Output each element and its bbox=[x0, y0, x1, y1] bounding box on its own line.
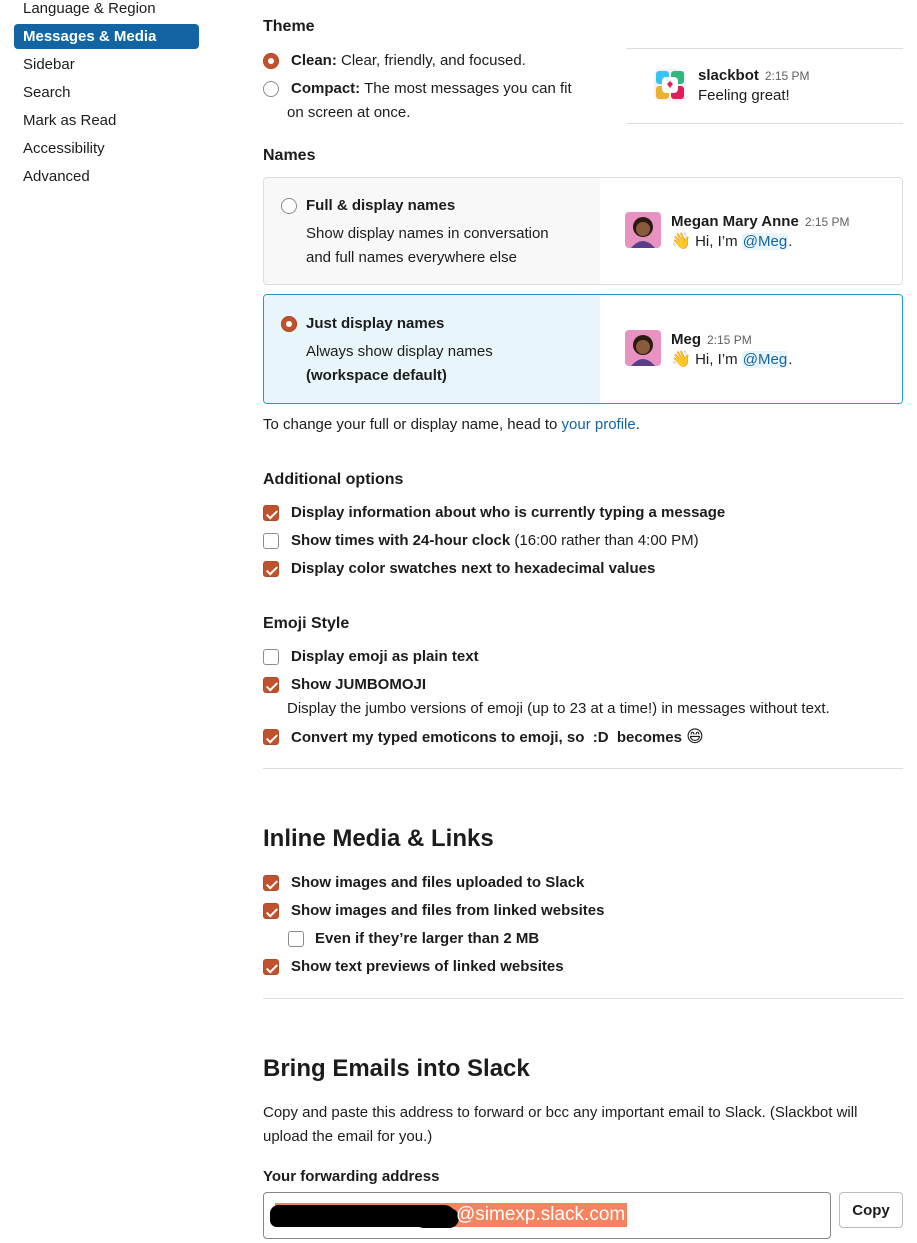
wave-icon: 👋 bbox=[671, 233, 691, 250]
theme-compact-label[interactable]: Compact: The most messages you can fit bbox=[291, 77, 572, 101]
jumbomoji-label[interactable]: Show JUMBOMOJI bbox=[291, 673, 426, 697]
names-just-preview-name: Meg bbox=[671, 331, 701, 348]
names-change-text: To change your full or display name, hea… bbox=[263, 416, 558, 433]
names-full-desc-1: Show display names in conversation bbox=[306, 225, 549, 242]
names-just-desc-2: (workspace default) bbox=[306, 367, 447, 384]
bring-emails-heading: Bring Emails into Slack bbox=[263, 1055, 530, 1082]
your-profile-link[interactable]: your profile bbox=[562, 416, 636, 433]
jumbomoji-checkbox[interactable] bbox=[263, 677, 279, 693]
names-full-radio[interactable] bbox=[281, 198, 297, 214]
convert-emoticons-label[interactable]: Convert my typed emoticons to emoji, so … bbox=[291, 725, 704, 750]
names-full-desc-2: and full names everywhere else bbox=[306, 249, 517, 266]
theme-clean-desc: Clear, friendly, and focused. bbox=[341, 52, 526, 69]
text-previews-checkbox[interactable] bbox=[263, 959, 279, 975]
clock-24h-extra: (16:00 rather than 4:00 PM) bbox=[514, 532, 699, 549]
names-full-preview-text: 👋 Hi, I’m @Meg. bbox=[671, 230, 792, 254]
section-divider bbox=[263, 998, 903, 999]
wave-icon: 👋 bbox=[671, 351, 691, 368]
theme-preview-text: Feeling great! bbox=[698, 87, 790, 104]
clock-24h-checkbox[interactable] bbox=[263, 533, 279, 549]
slackbot-logo-icon bbox=[654, 69, 686, 101]
show-linked-checkbox[interactable] bbox=[263, 903, 279, 919]
names-just-label[interactable]: Just display names bbox=[306, 312, 444, 336]
names-just-preview-message: Hi, I’m bbox=[695, 351, 738, 368]
theme-compact-desc: The most messages you can fit bbox=[364, 80, 572, 97]
names-full-preview-time: 2:15 PM bbox=[804, 215, 850, 229]
clock-24h-label[interactable]: Show times with 24-hour clock (16:00 rat… bbox=[291, 529, 699, 553]
theme-preview-divider-bottom bbox=[626, 123, 903, 124]
sidebar-item-search[interactable]: Search bbox=[14, 80, 199, 105]
typing-indicator-checkbox[interactable] bbox=[263, 505, 279, 521]
slackbot-avatar bbox=[652, 67, 688, 103]
names-just-preview-mention[interactable]: @Meg bbox=[741, 351, 789, 368]
larger-than-2mb-checkbox[interactable] bbox=[288, 931, 304, 947]
theme-preview-name: slackbot bbox=[698, 67, 759, 84]
grinning-face-icon: 😄 bbox=[686, 727, 704, 746]
sidebar-item-mark-as-read[interactable]: Mark as Read bbox=[14, 108, 199, 133]
names-full-preview-name: Megan Mary Anne bbox=[671, 213, 799, 230]
names-full-preview-message: Hi, I’m bbox=[695, 233, 738, 250]
forwarding-address-field[interactable]: @simexp.slack.com bbox=[263, 1192, 831, 1239]
theme-preview-divider-top bbox=[626, 48, 903, 49]
sidebar-item-sidebar[interactable]: Sidebar bbox=[14, 52, 199, 77]
show-uploaded-checkbox[interactable] bbox=[263, 875, 279, 891]
additional-options-heading: Additional options bbox=[263, 471, 404, 488]
sidebar-item-accessibility[interactable]: Accessibility bbox=[14, 136, 199, 161]
theme-compact-desc-2: on screen at once. bbox=[287, 104, 411, 121]
convert-emoticons-text: Convert my typed emoticons to emoji, so … bbox=[291, 729, 682, 746]
theme-compact-radio[interactable] bbox=[263, 81, 279, 97]
names-just-preview-text: 👋 Hi, I’m @Meg. bbox=[671, 348, 792, 372]
names-just-preview-end: . bbox=[788, 351, 793, 368]
color-swatches-checkbox[interactable] bbox=[263, 561, 279, 577]
section-divider bbox=[263, 768, 903, 769]
show-linked-label[interactable]: Show images and files from linked websit… bbox=[291, 899, 604, 923]
names-full-label[interactable]: Full & display names bbox=[306, 194, 455, 218]
theme-preview-time: 2:15 PM bbox=[764, 69, 810, 83]
clock-24h-title: Show times with 24-hour clock bbox=[291, 532, 511, 549]
names-full-preview-end: . bbox=[788, 233, 793, 250]
sidebar-item-language-region[interactable]: Language & Region bbox=[14, 0, 199, 21]
inline-media-heading: Inline Media & Links bbox=[263, 825, 494, 852]
sidebar-item-advanced[interactable]: Advanced bbox=[14, 164, 199, 189]
theme-compact-title: Compact: bbox=[291, 80, 361, 97]
person-avatar-icon bbox=[625, 212, 661, 248]
names-full-preview-mention[interactable]: @Meg bbox=[741, 233, 789, 250]
megan-avatar bbox=[625, 212, 661, 248]
theme-clean-radio[interactable] bbox=[263, 53, 279, 69]
theme-clean-title: Clean: bbox=[291, 52, 337, 69]
copy-button[interactable]: Copy bbox=[839, 1192, 903, 1228]
convert-emoticons-checkbox[interactable] bbox=[263, 729, 279, 745]
forwarding-address-value: @simexp.slack.com bbox=[456, 1204, 626, 1225]
theme-heading: Theme bbox=[263, 18, 315, 35]
names-change-end: . bbox=[635, 416, 640, 433]
meg-avatar bbox=[625, 330, 661, 366]
names-just-radio[interactable] bbox=[281, 316, 297, 332]
emoji-plain-text-checkbox[interactable] bbox=[263, 649, 279, 665]
larger-than-2mb-label[interactable]: Even if they’re larger than 2 MB bbox=[315, 927, 539, 951]
redaction-mark bbox=[414, 1208, 459, 1228]
forwarding-address-label: Your forwarding address bbox=[263, 1168, 440, 1185]
person-avatar-icon bbox=[625, 330, 661, 366]
names-heading: Names bbox=[263, 147, 316, 164]
show-uploaded-label[interactable]: Show images and files uploaded to Slack bbox=[291, 871, 584, 895]
color-swatches-label[interactable]: Display color swatches next to hexadecim… bbox=[291, 557, 655, 581]
jumbomoji-desc: Display the jumbo versions of emoji (up … bbox=[287, 700, 830, 717]
text-previews-label[interactable]: Show text previews of linked websites bbox=[291, 955, 564, 979]
theme-clean-label[interactable]: Clean: Clear, friendly, and focused. bbox=[291, 49, 526, 73]
names-just-preview-time: 2:15 PM bbox=[707, 333, 752, 347]
emoji-plain-text-label[interactable]: Display emoji as plain text bbox=[291, 645, 479, 669]
names-change-hint: To change your full or display name, hea… bbox=[263, 413, 640, 437]
names-just-desc-1: Always show display names bbox=[306, 343, 493, 360]
sidebar-item-messages-media[interactable]: Messages & Media bbox=[14, 24, 199, 49]
typing-indicator-label[interactable]: Display information about who is current… bbox=[291, 501, 725, 525]
emoji-style-heading: Emoji Style bbox=[263, 615, 350, 632]
bring-emails-desc: Copy and paste this address to forward o… bbox=[263, 1104, 858, 1145]
